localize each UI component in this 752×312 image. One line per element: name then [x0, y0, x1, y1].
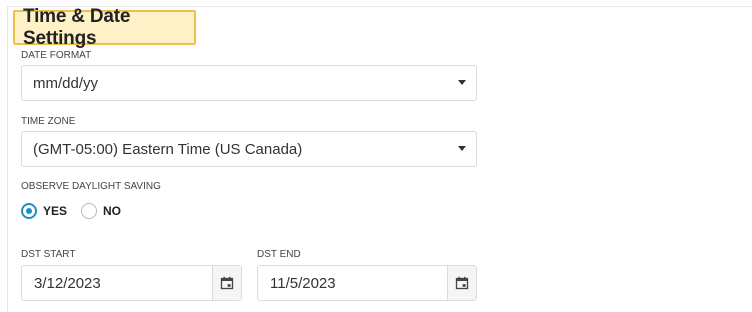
time-zone-label: TIME ZONE	[21, 116, 76, 127]
calendar-icon	[220, 276, 234, 290]
chevron-down-icon	[458, 146, 466, 151]
date-format-select[interactable]: mm/dd/yy	[21, 65, 477, 101]
date-format-label: DATE FORMAT	[21, 50, 92, 61]
dst-start-field[interactable]: 3/12/2023	[21, 265, 242, 301]
daylight-saving-radio-group: YES NO	[21, 203, 135, 219]
page-title: Time & Date Settings	[13, 6, 196, 49]
calendar-icon	[455, 276, 469, 290]
daylight-saving-yes-label[interactable]: YES	[43, 204, 67, 218]
dst-end-field[interactable]: 11/5/2023	[257, 265, 477, 301]
dst-start-value: 3/12/2023	[34, 274, 101, 292]
dst-start-calendar-button[interactable]	[212, 266, 241, 300]
date-format-value: mm/dd/yy	[33, 74, 99, 92]
daylight-saving-no-radio[interactable]	[81, 203, 98, 219]
time-zone-select[interactable]: (GMT-05:00) Eastern Time (US Canada)	[21, 131, 477, 167]
daylight-saving-no-label[interactable]: NO	[103, 204, 121, 218]
time-zone-value: (GMT-05:00) Eastern Time (US Canada)	[33, 140, 303, 158]
daylight-saving-label: OBSERVE DAYLIGHT SAVING	[21, 181, 161, 192]
dst-end-calendar-button[interactable]	[447, 266, 476, 300]
dst-end-value: 11/5/2023	[270, 274, 336, 292]
dst-end-label: DST END	[257, 249, 301, 260]
chevron-down-icon	[458, 80, 466, 85]
dst-start-label: DST START	[21, 249, 76, 260]
daylight-saving-yes-radio[interactable]	[21, 203, 37, 219]
